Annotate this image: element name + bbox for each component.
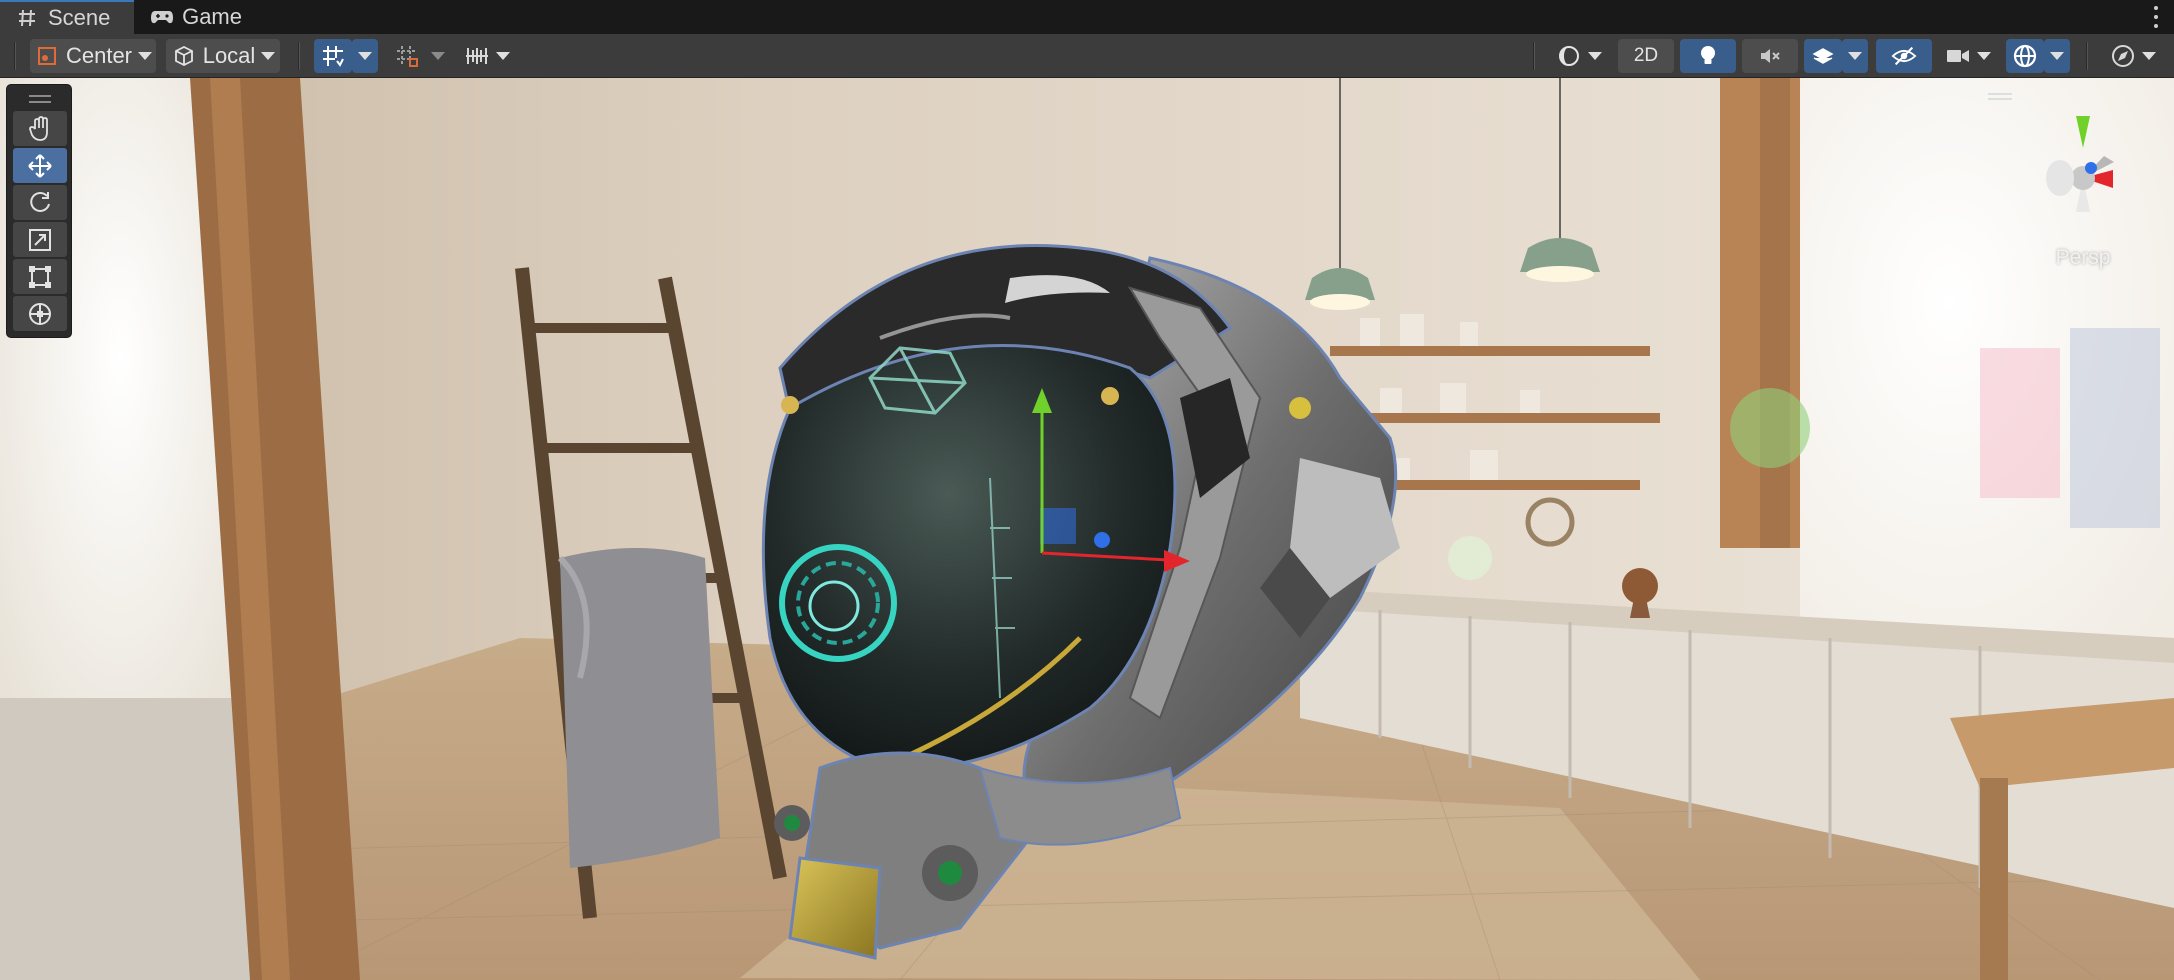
chevron-down-icon (1848, 52, 1862, 60)
gizmos-dropdown[interactable] (2044, 39, 2070, 73)
2d-mode-label: 2D (1633, 45, 1659, 66)
scale-tool-button[interactable] (13, 222, 67, 257)
grid-visibility-dropdown[interactable] (456, 39, 518, 73)
shading-sphere-icon (1556, 43, 1582, 69)
lightbulb-icon (1695, 43, 1721, 69)
move-tool-button[interactable] (13, 148, 67, 183)
camera-settings-dropdown[interactable] (1940, 39, 1996, 73)
grid-snap-icon (320, 43, 346, 69)
grid-snapping-toggle[interactable] (314, 39, 352, 73)
hand-icon (27, 115, 53, 142)
rect-transform-icon (27, 264, 53, 290)
tab-bar: Scene Game (0, 0, 2174, 34)
pivot-rotation-label: Local (202, 43, 256, 68)
rotate-icon (27, 190, 53, 216)
lighting-toggle[interactable] (1680, 39, 1736, 73)
audio-toggle[interactable] (1742, 39, 1798, 73)
more-options-menu-icon[interactable] (2150, 4, 2162, 30)
cube-local-icon (171, 43, 197, 69)
tab-game[interactable]: Game (136, 0, 256, 34)
layers-effects-icon (1810, 43, 1836, 69)
rotate-tool-button[interactable] (13, 185, 67, 220)
tab-scene[interactable]: Scene (0, 0, 134, 34)
incremental-snap-dropdown[interactable] (426, 39, 450, 73)
chevron-down-icon (261, 52, 276, 60)
scene-camera-tools-dropdown[interactable] (2100, 39, 2166, 73)
gizmo-sphere-icon (2012, 43, 2038, 69)
hand-tool-button[interactable] (13, 111, 67, 146)
chevron-down-icon (496, 52, 510, 60)
transform-tools-overlay (6, 84, 72, 338)
scale-icon (27, 227, 53, 253)
grid-ruler-icon (464, 43, 490, 69)
scene-viewport[interactable] (0, 78, 2174, 980)
tab-game-label: Game (182, 4, 242, 29)
chevron-down-icon (2050, 52, 2064, 60)
shading-mode-dropdown[interactable] (1548, 39, 1610, 73)
snap-increment-icon (394, 43, 420, 69)
effects-toggle[interactable] (1804, 39, 1842, 73)
chevron-down-icon (1588, 52, 1602, 60)
chevron-down-icon (431, 52, 445, 60)
grid-snapping-dropdown[interactable] (352, 39, 378, 73)
2d-mode-toggle[interactable]: 2D (1618, 39, 1674, 73)
scene-visibility-toggle[interactable] (1876, 39, 1932, 73)
effects-dropdown[interactable] (1842, 39, 1868, 73)
pivot-mode-dropdown[interactable]: Center (30, 39, 156, 73)
toolbar-grip (14, 42, 16, 70)
camera-icon (1945, 43, 1971, 69)
orientation-gizmo[interactable] (2018, 100, 2148, 260)
scene-toolbar: Center Local 2D (0, 34, 2174, 78)
rect-tool-button[interactable] (13, 259, 67, 294)
tab-scene-label: Scene (48, 5, 111, 30)
pivot-center-icon (34, 43, 60, 69)
pivot-rotation-dropdown[interactable]: Local (166, 39, 280, 73)
pivot-mode-label: Center (65, 43, 133, 68)
move-arrows-icon (27, 153, 53, 179)
gizmos-toggle[interactable] (2006, 39, 2044, 73)
scene-render (0, 78, 2174, 980)
transform-all-icon (27, 301, 53, 327)
chevron-down-icon (138, 52, 153, 60)
toolbar-separator (298, 42, 300, 70)
chevron-down-icon (2142, 52, 2156, 60)
audio-mute-icon (1757, 43, 1783, 69)
gizmo-drag-handle[interactable] (1988, 93, 2012, 100)
gamepad-icon (150, 4, 174, 30)
chevron-down-icon (1977, 52, 1991, 60)
incremental-snap-toggle[interactable] (388, 39, 426, 73)
toolbar-separator (1533, 42, 1535, 70)
chevron-down-icon (358, 52, 372, 60)
transform-tool-button[interactable] (13, 296, 67, 331)
grid-hash-icon (14, 5, 40, 31)
projection-label[interactable]: Persp (2048, 246, 2118, 270)
compass-icon (2110, 43, 2136, 69)
overlay-drag-handle[interactable] (29, 95, 51, 103)
toolbar-separator (2086, 42, 2088, 70)
hidden-eye-icon (1891, 43, 1917, 69)
